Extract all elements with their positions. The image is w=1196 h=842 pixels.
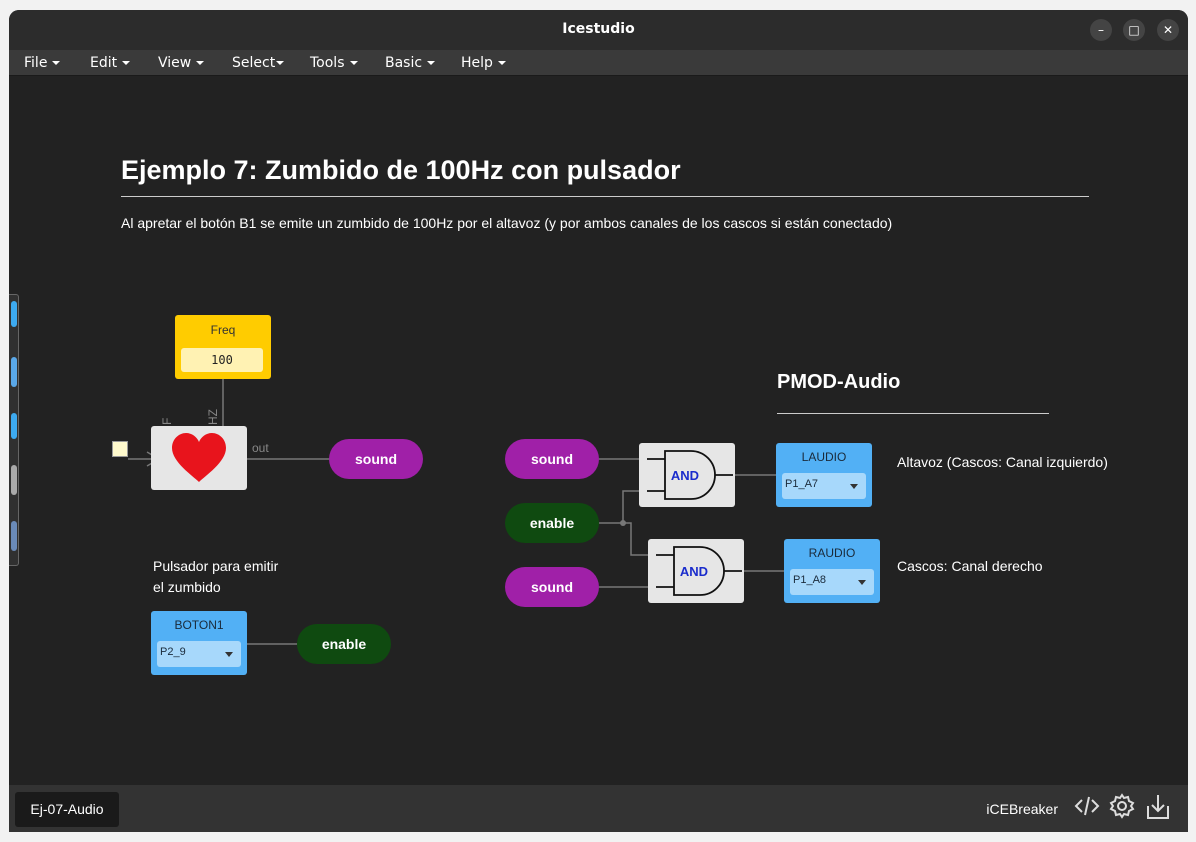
pin-raudio-select[interactable]: P1_A8 (790, 569, 874, 595)
design-canvas[interactable]: Ejemplo 7: Zumbido de 100Hz con pulsador… (9, 77, 1188, 785)
note-right-channel: Cascos: Canal derecho (897, 558, 1043, 574)
and-gate-icon: AND (647, 450, 733, 500)
menu-basic[interactable]: Basic (385, 55, 436, 71)
app-window: Icestudio – □ ✕ File Edit View Select To… (9, 10, 1188, 832)
pin-laudio-value: P1_A7 (785, 478, 819, 490)
menu-basic-label: Basic (385, 55, 423, 71)
close-button[interactable]: ✕ (1157, 19, 1179, 41)
and-gate-1-label: AND (671, 468, 699, 483)
and-gate-1[interactable]: AND (639, 443, 735, 507)
toolbox-tab-5[interactable] (11, 521, 17, 551)
pin-raudio[interactable]: RAUDIO P1_A8 (784, 539, 880, 603)
pin-laudio-label: LAUDIO (801, 450, 847, 464)
chevron-down-icon (850, 484, 858, 489)
pin-laudio-select[interactable]: P1_A7 (782, 473, 866, 499)
menu-bar: File Edit View Select Tools Basic Help (9, 50, 1188, 76)
freq-value-input[interactable]: 100 (181, 348, 263, 372)
menu-select-label: Select (232, 55, 276, 71)
pin-boton1[interactable]: BOTON1 P2_9 (151, 611, 247, 675)
chevron-down-icon (196, 61, 205, 65)
button-note-line2: el zumbido (153, 579, 221, 595)
left-toolbox-panel[interactable] (9, 294, 19, 566)
button-note: Pulsador para emitir el zumbido (153, 556, 278, 598)
wire-enable-and2 (623, 522, 648, 556)
port-hz-label: HZ (206, 409, 220, 425)
and-gate-2[interactable]: AND (648, 539, 744, 603)
menu-view-label: View (158, 55, 192, 71)
gear-icon[interactable] (1108, 792, 1136, 820)
pmod-divider (777, 413, 1049, 414)
maximize-button[interactable]: □ (1123, 19, 1145, 41)
port-out-label: out (252, 441, 269, 455)
minimize-button[interactable]: – (1090, 19, 1112, 41)
board-name[interactable]: iCEBreaker (986, 801, 1058, 817)
label-sound-in-2[interactable]: sound (505, 567, 599, 607)
menu-view[interactable]: View (158, 55, 205, 71)
label-sound-in-1[interactable]: sound (505, 439, 599, 479)
toolbox-tab-3[interactable] (11, 413, 17, 439)
wire-enable-and1 (599, 490, 639, 524)
download-icon[interactable] (1144, 792, 1172, 822)
menu-file-label: File (24, 55, 48, 71)
menu-tools[interactable]: Tools (310, 55, 358, 71)
menu-help-label: Help (461, 55, 493, 71)
freq-label: Freq (210, 323, 236, 337)
toolbox-tab-2[interactable] (11, 357, 17, 387)
pin-raudio-label: RAUDIO (808, 546, 856, 560)
label-enable-out[interactable]: enable (297, 624, 391, 664)
menu-select[interactable]: Select (232, 55, 285, 71)
chevron-down-icon (52, 61, 61, 65)
chevron-down-icon (349, 61, 358, 65)
pmod-heading: PMOD-Audio (777, 371, 901, 393)
toolbox-tab-1[interactable] (11, 301, 17, 327)
code-icon[interactable] (1073, 792, 1101, 820)
chevron-down-icon (225, 652, 233, 657)
chevron-down-icon (276, 61, 285, 65)
menu-edit-label: Edit (90, 55, 118, 71)
and-gate-2-label: AND (680, 564, 708, 579)
pin-laudio[interactable]: LAUDIO P1_A7 (776, 443, 872, 507)
title-bar: Icestudio – □ ✕ (9, 10, 1188, 50)
project-tab[interactable]: Ej-07-Audio (15, 792, 119, 827)
menu-tools-label: Tools (310, 55, 345, 71)
button-note-line1: Pulsador para emitir (153, 558, 279, 574)
chevron-down-icon (497, 61, 506, 65)
status-bar: Ej-07-Audio iCEBreaker (9, 785, 1188, 832)
chevron-down-icon (858, 580, 866, 585)
chevron-down-icon (427, 61, 436, 65)
pin-boton1-label: BOTON1 (174, 618, 224, 632)
pin-raudio-value: P1_A8 (793, 574, 827, 586)
label-sound-out[interactable]: sound (329, 439, 423, 479)
wire-junction (620, 520, 626, 526)
note-left-channel: Altavoz (Cascos: Canal izquierdo) (897, 454, 1108, 470)
pin-boton1-value: P2_9 (160, 646, 186, 658)
freq-constant-block[interactable]: Freq 100 (175, 315, 271, 379)
heart-icon (172, 433, 226, 482)
window-title: Icestudio (562, 21, 635, 37)
heart-block[interactable] (151, 426, 247, 490)
pin-boton1-select[interactable]: P2_9 (157, 641, 241, 667)
toolbox-tab-4[interactable] (11, 465, 17, 495)
label-enable-in[interactable]: enable (505, 503, 599, 543)
menu-help[interactable]: Help (461, 55, 506, 71)
menu-edit[interactable]: Edit (90, 55, 131, 71)
port-f-label: F (160, 417, 174, 425)
chevron-down-icon (122, 61, 131, 65)
and-gate-icon: AND (656, 546, 742, 596)
input-port-pin[interactable] (112, 441, 128, 457)
menu-file[interactable]: File (24, 55, 61, 71)
